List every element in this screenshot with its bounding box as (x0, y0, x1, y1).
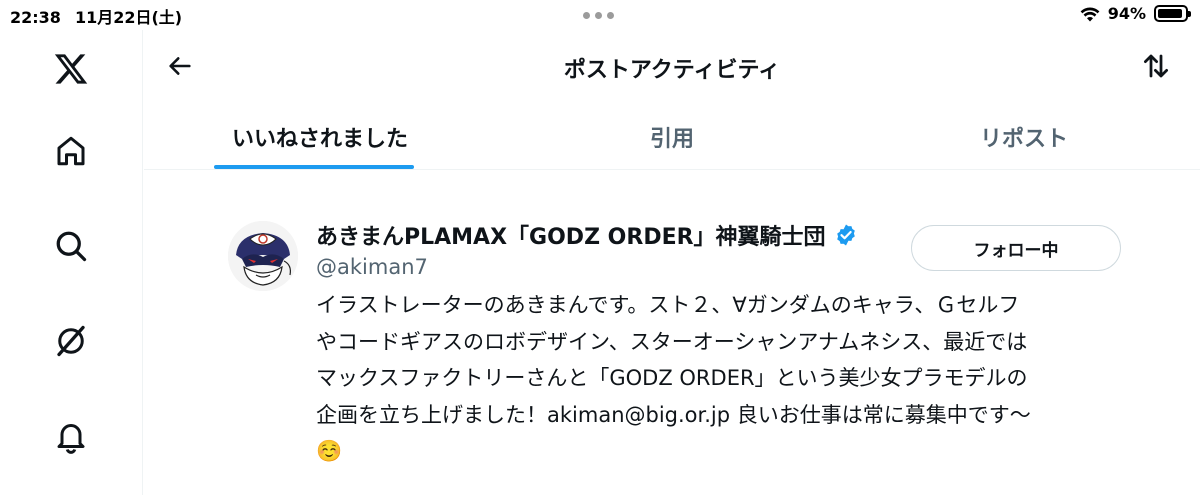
x-logo-icon[interactable] (50, 48, 92, 90)
page-header: ポストアクティビティ (144, 30, 1200, 105)
bio-emoji: ☺️ (316, 439, 343, 463)
search-icon[interactable] (50, 225, 92, 267)
tab-label: 引用 (649, 127, 694, 152)
tab-quotes[interactable]: 引用 (496, 105, 848, 169)
user-bio: イラストレーターのあきまんです。スト２、∀ガンダムのキャラ、Ｇセルフ やコードギ… (316, 287, 1136, 470)
tab-label: リポスト (979, 127, 1068, 152)
user-cell[interactable]: あきまんPLAMAX「GODZ ORDER」神翼騎士団 @akiman7 フォロ… (144, 171, 1200, 495)
following-button[interactable]: フォロー中 (911, 225, 1121, 271)
user-handle: @akiman7 (316, 255, 428, 279)
status-time-date: 22:38 11月22日(土) (10, 4, 182, 28)
home-icon[interactable] (50, 130, 92, 172)
wifi-icon (1080, 7, 1100, 21)
tab-likes[interactable]: いいねされました (144, 105, 496, 169)
multitasking-dots[interactable] (583, 12, 614, 19)
battery-icon (1154, 5, 1191, 22)
status-right: 94% (1080, 4, 1191, 23)
active-tab-indicator (214, 165, 414, 169)
sort-arrows-icon (1144, 54, 1168, 78)
notifications-icon[interactable] (50, 415, 92, 457)
battery-percent: 94% (1107, 4, 1146, 23)
bio-line: イラストレーターのあきまんです。スト２、∀ガンダムのキャラ、Ｇセルフ (316, 293, 1020, 317)
bio-line: やコードギアスのロボデザイン、スターオーシャンアナムネシス、最近では (316, 329, 1028, 354)
avatar[interactable] (228, 221, 298, 291)
verified-badge-icon (836, 224, 855, 246)
tab-label: いいねされました (231, 127, 408, 152)
bio-line: 企画を立ち上げました！akiman@big.or.jp 良いお仕事は常に募集中で… (316, 402, 1031, 427)
status-date: 11月22日(土) (74, 8, 183, 27)
sidebar-nav (0, 30, 143, 495)
status-bar: 22:38 11月22日(土) 94% (0, 0, 1200, 30)
activity-tabs: いいねされました 引用 リポスト (144, 105, 1200, 170)
user-display-name[interactable]: あきまんPLAMAX「GODZ ORDER」神翼騎士団 (316, 219, 826, 251)
page-title: ポストアクティビティ (563, 58, 781, 83)
tab-reposts[interactable]: リポスト (848, 105, 1200, 169)
sort-button[interactable] (1138, 48, 1174, 84)
grok-icon[interactable] (50, 320, 92, 362)
bio-line: マックスファクトリーさんと「GODZ ORDER」という美少女プラモデルの (316, 366, 1028, 390)
status-time: 22:38 (10, 8, 61, 27)
user-name-row: あきまんPLAMAX「GODZ ORDER」神翼騎士団 (316, 219, 858, 251)
